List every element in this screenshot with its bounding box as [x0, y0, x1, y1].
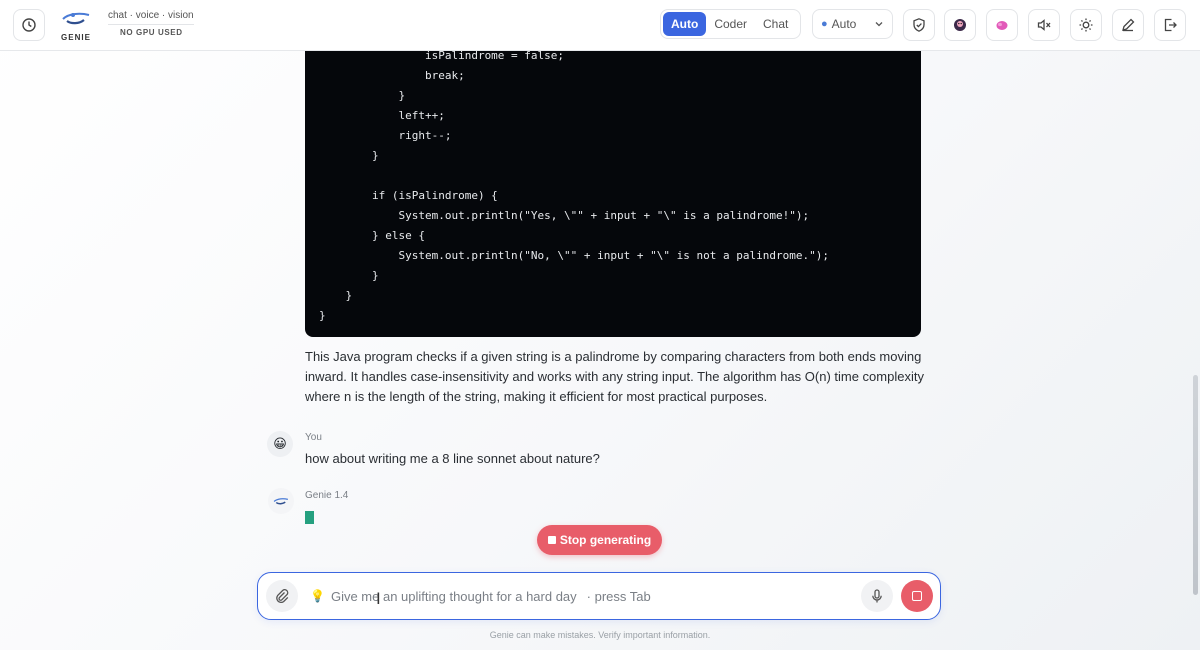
code-line: left++; — [319, 109, 445, 122]
theme-toggle-button[interactable] — [1070, 9, 1102, 41]
code-line: System.out.println("No, \"" + input + "\… — [319, 249, 829, 262]
brain-icon — [996, 21, 1008, 30]
assistant-explanation: This Java program checks if a given stri… — [305, 349, 924, 404]
lightbulb-icon: 💡 — [310, 589, 325, 603]
scrollbar-thumb[interactable] — [1193, 375, 1198, 595]
code-line: break; — [319, 69, 465, 82]
disclaimer: Genie can make mistakes. Verify importan… — [489, 630, 711, 640]
microphone-icon — [872, 589, 882, 603]
code-line: } — [319, 289, 353, 302]
shield-check-icon — [913, 18, 925, 32]
input-placeholder: Give me an uplifting thought for a hard … — [330, 588, 577, 604]
pencil-icon — [1122, 18, 1135, 32]
chevron-down-icon — [875, 22, 883, 27]
mode-toggle-group: Auto Coder Chat — [660, 9, 801, 39]
speaker-muted-icon — [1037, 19, 1051, 31]
microphone-button[interactable] — [861, 580, 893, 612]
smiley-icon: 😀 — [273, 436, 287, 451]
message-input[interactable]: 💡 Give me an uplifting thought for a har… — [310, 586, 850, 606]
user-avatar: 😀 — [267, 431, 293, 457]
user-sender-label: You — [305, 432, 322, 443]
logout-button[interactable] — [1154, 9, 1186, 41]
composer-bar: 💡 Give me an uplifting thought for a har… — [257, 572, 941, 620]
genie-logo[interactable]: GENIE — [58, 9, 94, 42]
code-line: } — [319, 269, 379, 282]
text-cursor-icon: I — [376, 589, 381, 608]
paperclip-icon — [276, 589, 289, 604]
tagline: chat · voice · vision NO GPU USED — [108, 10, 194, 37]
mode-auto-button[interactable]: Auto — [663, 12, 707, 36]
clock-icon — [22, 18, 36, 32]
privacy-shield-button[interactable] — [903, 9, 935, 41]
code-line: } — [319, 309, 326, 322]
mute-button[interactable] — [1028, 9, 1060, 41]
genie-lamp-icon — [62, 12, 90, 25]
code-line: } else { — [319, 229, 425, 242]
language-selected: Auto — [831, 17, 857, 31]
sun-icon — [1079, 18, 1093, 32]
mode-coder-button[interactable]: Coder — [706, 12, 755, 36]
attach-button[interactable] — [266, 580, 298, 612]
code-content: isPalindrome = false; break; } left++; r… — [319, 46, 907, 326]
user-message-text: how about writing me a 8 line sonnet abo… — [305, 451, 600, 466]
stop-icon — [912, 591, 922, 601]
code-line: } — [319, 89, 406, 102]
tagline-text: chat · voice · vision — [108, 10, 194, 25]
logo-text: GENIE — [61, 33, 91, 42]
tab-hint: · press Tab — [586, 588, 651, 604]
assistant-avatar — [268, 488, 294, 514]
stop-generating-label: Stop generating — [559, 533, 652, 547]
gpu-status: NO GPU USED — [120, 28, 183, 37]
stop-generating-button[interactable]: Stop generating — [537, 525, 662, 555]
top-header: GENIE chat · voice · vision NO GPU USED … — [0, 0, 1200, 51]
vision-button[interactable] — [944, 9, 976, 41]
memory-button[interactable] — [986, 9, 1018, 41]
code-block: isPalindrome = false; break; } left++; r… — [305, 49, 921, 337]
assistant-sender-label: Genie 1.4 — [305, 490, 349, 501]
code-line: if (isPalindrome) { — [319, 189, 498, 202]
mode-chat-button[interactable]: Chat — [755, 12, 796, 36]
code-line: right--; — [319, 129, 452, 142]
typing-cursor — [305, 511, 314, 524]
new-chat-button[interactable] — [1112, 9, 1144, 41]
globe-icon: ● — [821, 18, 828, 30]
language-select[interactable]: ● Auto — [812, 9, 893, 39]
stop-round-button[interactable] — [901, 580, 933, 612]
face-icon — [954, 19, 966, 31]
code-line: } — [319, 149, 379, 162]
genie-lamp-icon — [273, 498, 289, 505]
code-line: isPalindrome = false; — [319, 49, 565, 62]
logout-icon — [1164, 18, 1177, 32]
stop-square-icon — [547, 536, 556, 544]
history-button[interactable] — [13, 9, 45, 41]
code-line: System.out.println("Yes, \"" + input + "… — [319, 209, 810, 222]
